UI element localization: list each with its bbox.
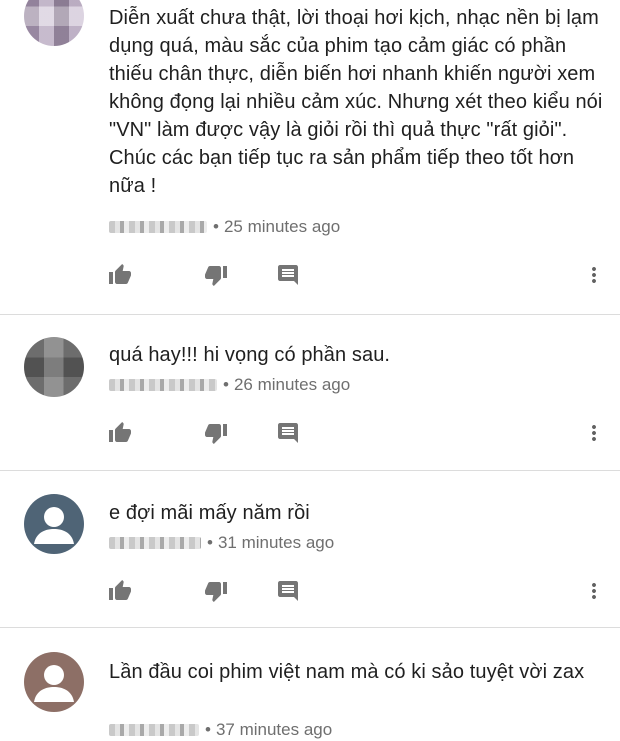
like-button[interactable] bbox=[106, 419, 134, 447]
default-person-icon bbox=[34, 665, 74, 702]
comment-actions bbox=[106, 419, 606, 447]
comment-item: quá hay!!! hi vọng có phần sau. • 26 min… bbox=[0, 315, 620, 470]
dislike-button[interactable] bbox=[202, 577, 230, 605]
author-name-blurred[interactable] bbox=[109, 379, 217, 391]
comment-icon bbox=[278, 265, 298, 285]
more-vertical-icon bbox=[592, 583, 596, 599]
more-options-button[interactable] bbox=[580, 577, 608, 605]
dislike-button[interactable] bbox=[202, 419, 230, 447]
comment-text: Diễn xuất chưa thật, lời thoại hơi kịch,… bbox=[109, 7, 603, 197]
avatar[interactable] bbox=[24, 0, 84, 46]
comment-item: Lần đầu coi phim việt nam mà có ki sảo t… bbox=[0, 628, 620, 741]
comment-actions bbox=[106, 577, 606, 605]
meta-separator: • bbox=[207, 533, 213, 552]
comment-item: Diễn xuất chưa thật, lời thoại hơi kịch,… bbox=[0, 0, 620, 314]
author-name-blurred[interactable] bbox=[109, 724, 199, 736]
reply-button[interactable] bbox=[274, 419, 302, 447]
thumb-up-icon bbox=[109, 580, 131, 600]
author-name-blurred[interactable] bbox=[109, 537, 201, 549]
comment-actions bbox=[106, 261, 606, 289]
comment-icon bbox=[278, 423, 298, 443]
comment-icon bbox=[278, 581, 298, 601]
avatar[interactable] bbox=[24, 652, 84, 712]
comment-meta: • 26 minutes ago bbox=[109, 375, 350, 395]
thumb-down-icon bbox=[205, 266, 227, 286]
avatar[interactable] bbox=[24, 337, 84, 397]
comment-meta: • 37 minutes ago bbox=[109, 720, 332, 740]
comment-text: Lần đầu coi phim việt nam mà có ki sảo t… bbox=[109, 661, 585, 683]
dislike-button[interactable] bbox=[202, 261, 230, 289]
meta-separator: • bbox=[205, 720, 211, 739]
comment-meta: • 25 minutes ago bbox=[109, 217, 340, 237]
more-options-button[interactable] bbox=[580, 261, 608, 289]
comment-meta: • 31 minutes ago bbox=[109, 533, 334, 553]
like-button[interactable] bbox=[106, 261, 134, 289]
comment-text: e đợi mãi mấy năm rồi bbox=[109, 502, 310, 524]
thumb-down-icon bbox=[205, 424, 227, 444]
reply-button[interactable] bbox=[274, 261, 302, 289]
meta-separator: • bbox=[223, 375, 229, 394]
comment-timestamp: 25 minutes ago bbox=[223, 217, 341, 236]
like-button[interactable] bbox=[106, 577, 134, 605]
comment-timestamp: 31 minutes ago bbox=[217, 533, 335, 552]
comment-text: quá hay!!! hi vọng có phần sau. bbox=[109, 344, 391, 366]
thumb-up-icon bbox=[109, 422, 131, 442]
thumb-down-icon bbox=[205, 582, 227, 602]
comment-timestamp: 26 minutes ago bbox=[233, 375, 351, 394]
avatar[interactable] bbox=[24, 494, 84, 554]
meta-separator: • bbox=[213, 217, 219, 236]
more-options-button[interactable] bbox=[580, 419, 608, 447]
more-vertical-icon bbox=[592, 425, 596, 441]
comment-item: e đợi mãi mấy năm rồi • 31 minutes ago bbox=[0, 471, 620, 627]
default-person-icon bbox=[34, 507, 74, 544]
author-name-blurred[interactable] bbox=[109, 221, 207, 233]
reply-button[interactable] bbox=[274, 577, 302, 605]
comment-timestamp: 37 minutes ago bbox=[215, 720, 333, 739]
thumb-up-icon bbox=[109, 264, 131, 284]
more-vertical-icon bbox=[592, 267, 596, 283]
